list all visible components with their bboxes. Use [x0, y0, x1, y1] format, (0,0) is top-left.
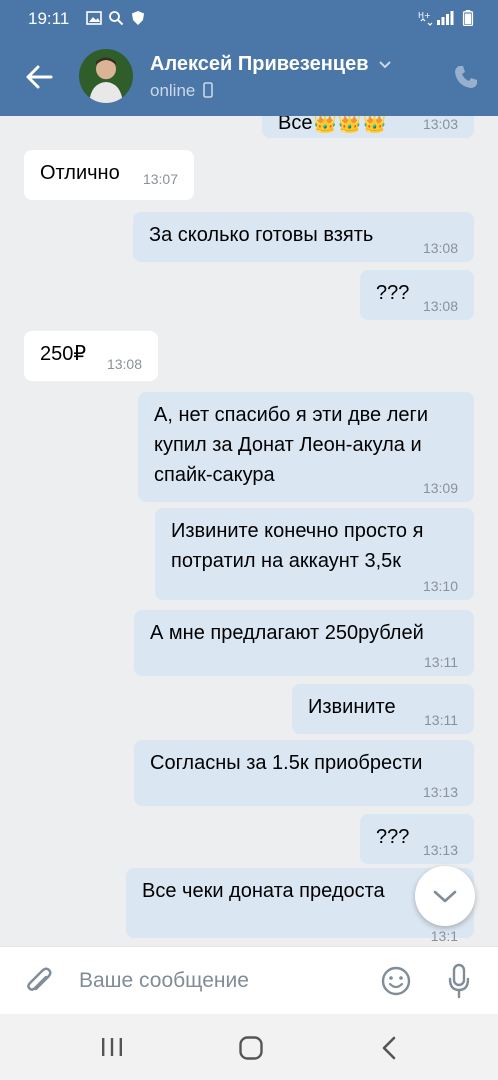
arrow-left-icon[interactable] — [24, 62, 54, 92]
gallery-icon — [86, 11, 102, 25]
phone-icon[interactable] — [453, 64, 479, 90]
svg-text:H+: H+ — [418, 11, 431, 20]
message-outgoing[interactable]: Все👑👑👑 13:03 — [262, 116, 474, 138]
signal-icon — [437, 11, 454, 25]
message-outgoing[interactable]: ??? 13:08 — [360, 270, 474, 320]
message-text: Все чеки доната предоста — [142, 880, 385, 902]
message-text: А, нет спасибо я эти две леги купил за Д… — [154, 404, 428, 486]
message-time: 13:11 — [424, 654, 458, 670]
message-outgoing[interactable]: А, нет спасибо я эти две леги купил за Д… — [138, 392, 474, 502]
message-outgoing[interactable]: А мне предлагают 250рублей 13:11 — [134, 610, 474, 676]
search-icon — [109, 11, 124, 26]
scroll-down-button[interactable] — [415, 866, 475, 926]
back-icon[interactable] — [380, 1035, 398, 1061]
message-incoming[interactable]: Отлично 13:07 — [24, 150, 194, 200]
microphone-icon[interactable] — [447, 963, 471, 999]
message-text: Согласны за 1.5к приобрести — [150, 752, 423, 774]
home-icon[interactable] — [238, 1035, 264, 1061]
message-text: Извините конечно просто я потратил на ак… — [171, 520, 424, 572]
message-incoming[interactable]: 250₽ 13:08 — [24, 331, 158, 381]
message-outgoing[interactable]: За сколько готовы взять 13:08 — [133, 212, 474, 262]
status-text: online — [150, 81, 196, 100]
message-text: Все👑👑👑 — [278, 116, 388, 134]
message-text: ??? — [376, 826, 410, 848]
message-outgoing[interactable]: Согласны за 1.5к приобрести 13:13 — [134, 740, 474, 806]
contact-name[interactable]: Алексей Привезенцев — [150, 53, 392, 76]
online-status: online — [150, 81, 213, 101]
data-traffic-icon: H+ — [418, 11, 433, 26]
message-composer: Ваше сообщение — [0, 946, 498, 1015]
recent-apps-icon[interactable] — [100, 1036, 124, 1058]
battery-icon — [462, 10, 474, 26]
message-time: 13:10 — [422, 578, 458, 594]
message-text: 250₽ — [40, 343, 87, 365]
shield-icon — [132, 11, 144, 25]
contact-name-text: Алексей Привезенцев — [150, 53, 369, 75]
message-text: Отлично — [40, 162, 120, 184]
message-time: 13:1 — [430, 928, 458, 944]
message-time: 13:08 — [422, 240, 458, 256]
message-text: ??? — [376, 282, 410, 304]
message-time: 13:08 — [106, 356, 142, 372]
system-nav-bar — [0, 1014, 498, 1080]
message-list[interactable]: Все👑👑👑 13:03 Отлично 13:07 За сколько го… — [0, 116, 498, 946]
chat-header: Алексей Привезенцев online — [0, 38, 498, 116]
mobile-device-icon — [203, 82, 213, 98]
message-text: Извините — [308, 696, 396, 718]
status-bar: 19:11 H+ — [0, 0, 498, 38]
status-time: 19:11 — [28, 9, 70, 28]
message-time: 13:13 — [422, 784, 458, 800]
avatar-photo — [89, 57, 123, 103]
chevron-down-icon[interactable] — [378, 60, 392, 70]
message-time: 13:07 — [142, 171, 178, 187]
message-text: А мне предлагают 250рублей — [150, 622, 424, 644]
message-time: 13:09 — [422, 480, 458, 496]
message-outgoing[interactable]: ??? 13:13 — [360, 814, 474, 864]
message-outgoing[interactable]: Извините конечно просто я потратил на ак… — [155, 508, 474, 600]
message-outgoing[interactable]: Извините 13:11 — [292, 684, 474, 734]
chevron-down-icon — [433, 890, 457, 903]
message-input[interactable]: Ваше сообщение — [79, 969, 249, 993]
message-time: 13:03 — [422, 116, 458, 132]
avatar[interactable] — [79, 49, 133, 103]
paperclip-icon[interactable] — [24, 965, 54, 997]
message-time: 13:08 — [422, 298, 458, 314]
smile-icon[interactable] — [380, 965, 412, 997]
message-text: За сколько готовы взять — [149, 224, 374, 246]
message-time: 13:11 — [424, 712, 458, 728]
message-time: 13:13 — [422, 842, 458, 858]
